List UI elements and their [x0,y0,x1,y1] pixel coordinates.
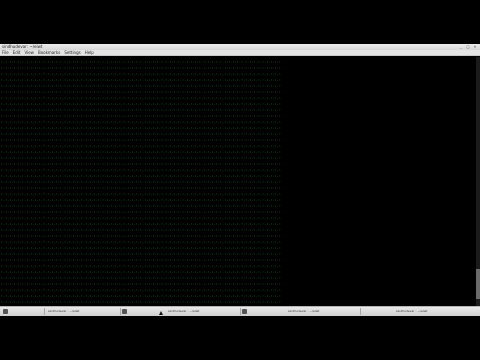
menu-edit[interactable]: Edit [13,50,21,56]
scrollbar-thumb[interactable] [476,269,480,299]
task-separator [44,308,45,315]
menu-file[interactable]: File [2,50,9,56]
close-icon[interactable]: × [473,45,477,49]
taskbar-task-4[interactable]: sindhudevar : ~/elwt [396,307,427,316]
app-menu-icon[interactable] [3,309,8,314]
menu-help[interactable]: Help [85,50,94,56]
menu-settings[interactable]: Settings [64,50,80,56]
task-separator [120,308,121,315]
taskbar-task-2[interactable]: sindhudevar : ~/elwt [168,307,199,316]
menu-bookmarks[interactable]: Bookmarks [38,50,60,56]
minimize-icon[interactable]: _ [459,45,463,49]
terminal-output[interactable]: :.:.:.:.:.:.:.:.:.:.:.:.:.:.:.:.:.:.:.:.… [0,57,478,306]
terminal-lines: :.:.:.:.:.:.:.:.:.:.:.:.:.:.:.:.:.:.:.:.… [1,59,281,306]
screen: sindhudevar: ~/elwt _ □ × File Edit View… [0,0,480,360]
maximize-icon[interactable]: □ [466,45,470,49]
taskbar-task-3[interactable]: sindhudevar : ~/elwt [288,307,319,316]
menubar: File Edit View Bookmarks Settings Help [0,50,480,56]
terminal-icon [242,309,247,314]
window-controls: _ □ × [459,45,477,49]
taskbar: sindhudevar : ~/elwt sindhudevar : ~/elw… [0,306,480,316]
menu-view[interactable]: View [24,50,34,56]
letterbox-top [0,0,480,44]
task-separator [240,308,241,315]
terminal-icon [122,309,127,314]
terminal-scrollbar[interactable] [476,57,480,306]
mouse-pointer-icon [159,311,163,315]
letterbox-bottom [0,316,480,360]
taskbar-task-1[interactable]: sindhudevar : ~/elwt [48,307,79,316]
task-separator [360,308,361,315]
